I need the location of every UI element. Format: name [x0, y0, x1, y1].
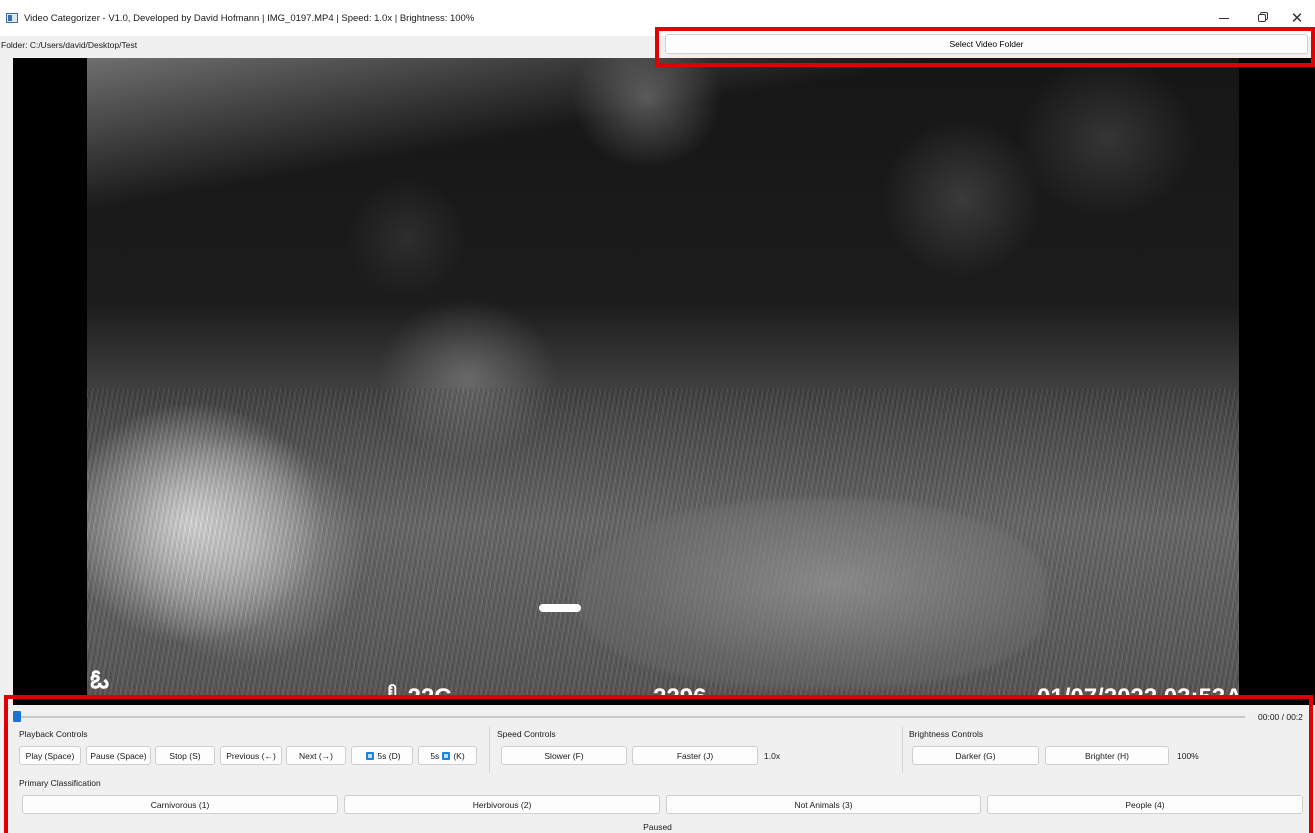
animal-eye-glint — [539, 604, 581, 612]
forward-5s-suffix: (K) — [453, 750, 465, 761]
brightness-controls-title: Brightness Controls — [909, 729, 984, 739]
brightness-value: 100% — [1177, 751, 1199, 761]
carnivorous-button[interactable]: Carnivorous (1) — [22, 795, 338, 814]
stop-button[interactable]: Stop (S) — [155, 746, 215, 765]
video-frame: ఓ 🌡22C 2296 01/07/2022 03:53AM — [87, 58, 1239, 705]
status-label: Paused — [643, 822, 672, 832]
title-bar: Video Categorizer - V1.0, Developed by D… — [0, 0, 1315, 36]
group-divider — [489, 727, 490, 773]
animal-blur — [577, 498, 1047, 688]
minimize-icon[interactable] — [1212, 8, 1236, 28]
overlay-crop-bar — [87, 699, 1239, 705]
group-divider — [902, 727, 903, 773]
brighter-button[interactable]: Brighter (H) — [1045, 746, 1169, 765]
camera-logo-icon: ఓ — [90, 664, 110, 694]
rewind-5s-button[interactable]: 5s (D) — [351, 746, 413, 765]
not-animals-button[interactable]: Not Animals (3) — [666, 795, 981, 814]
forward-5s-prefix: 5s — [430, 750, 440, 761]
video-player[interactable]: ఓ 🌡22C 2296 01/07/2022 03:53AM — [13, 58, 1315, 705]
slower-button[interactable]: Slower (F) — [501, 746, 627, 765]
pause-button[interactable]: Pause (Space) — [86, 746, 151, 765]
window-title: Video Categorizer - V1.0, Developed by D… — [24, 13, 475, 24]
timeline-handle[interactable] — [13, 711, 21, 722]
select-video-folder-button[interactable]: Select Video Folder — [665, 34, 1308, 54]
primary-classification-title: Primary Classification — [19, 778, 101, 788]
speed-controls-title: Speed Controls — [497, 729, 556, 739]
herbivorous-button[interactable]: Herbivorous (2) — [344, 795, 660, 814]
people-button[interactable]: People (4) — [987, 795, 1303, 814]
rewind-icon — [366, 751, 375, 760]
app-icon — [6, 13, 18, 23]
forward-5s-button[interactable]: 5s (K) — [418, 746, 477, 765]
play-button[interactable]: Play (Space) — [19, 746, 81, 765]
darker-button[interactable]: Darker (G) — [912, 746, 1039, 765]
next-button[interactable]: Next (→) — [286, 746, 346, 765]
restore-icon[interactable] — [1250, 8, 1274, 28]
folder-path-label: Folder: C:/Users/david/Desktop/Test — [1, 40, 138, 50]
time-display: 00:00 / 00:2 — [1258, 712, 1303, 722]
close-icon[interactable]: ✕ — [1285, 8, 1309, 28]
speed-value: 1.0x — [764, 751, 781, 761]
forward-icon — [442, 751, 451, 760]
playback-controls-title: Playback Controls — [19, 729, 88, 739]
rewind-5s-label: 5s (D) — [377, 750, 401, 761]
faster-button[interactable]: Faster (J) — [632, 746, 758, 765]
previous-button[interactable]: Previous (←) — [220, 746, 282, 765]
timeline-slider[interactable] — [13, 716, 1245, 718]
